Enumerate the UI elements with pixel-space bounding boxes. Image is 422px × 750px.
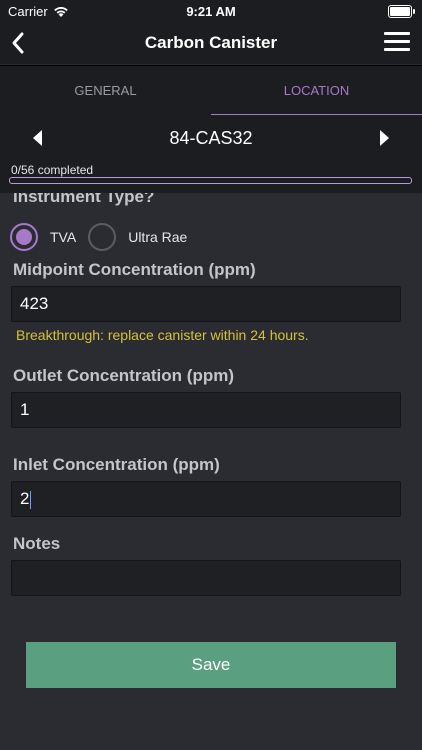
text-cursor xyxy=(30,490,32,509)
save-button[interactable]: Save xyxy=(26,642,396,688)
midpoint-concentration-label: Midpoint Concentration (ppm) xyxy=(13,260,256,279)
midpoint-concentration-input[interactable]: 423 xyxy=(11,286,401,322)
midpoint-concentration-value: 423 xyxy=(20,294,49,313)
tab-general[interactable]: GENERAL xyxy=(0,66,211,116)
canister-form: Instrument Type? TVA Ultra Rae Midpoint … xyxy=(0,193,422,750)
hamburger-menu-icon[interactable] xyxy=(384,32,410,52)
radio-tva[interactable] xyxy=(10,223,38,251)
inlet-concentration-label: Inlet Concentration (ppm) xyxy=(13,455,220,474)
radio-ultra-rae[interactable] xyxy=(88,223,117,251)
battery-level xyxy=(390,7,410,16)
next-arrow-icon[interactable] xyxy=(374,128,394,148)
inlet-concentration-input[interactable]: 2 xyxy=(11,481,401,517)
progress-bar xyxy=(9,177,412,184)
notes-input[interactable] xyxy=(11,560,401,596)
radio-tva-label[interactable]: TVA xyxy=(50,229,76,245)
location-selector: 84-CAS32 0/56 completed xyxy=(0,115,422,193)
inlet-concentration-value: 2 xyxy=(20,489,30,508)
instrument-type-radio-group: TVA Ultra Rae xyxy=(10,221,199,253)
nav-bar: Carbon Canister xyxy=(0,22,422,64)
outlet-concentration-value: 1 xyxy=(20,400,30,419)
outlet-concentration-input[interactable]: 1 xyxy=(11,392,401,428)
status-bar: Carrier 9:21 AM xyxy=(0,0,422,22)
current-location-id: 84-CAS32 xyxy=(169,128,253,148)
radio-ultra-rae-label[interactable]: Ultra Rae xyxy=(128,229,187,245)
notes-label: Notes xyxy=(13,534,61,553)
outlet-concentration-label: Outlet Concentration (ppm) xyxy=(13,366,234,385)
progress-text: 0/56 completed xyxy=(11,163,94,177)
tab-location[interactable]: LOCATION xyxy=(211,66,422,116)
battery-icon xyxy=(388,5,415,18)
breakthrough-warning: Breakthrough: replace canister within 24… xyxy=(16,327,309,343)
status-time: 9:21 AM xyxy=(186,4,236,19)
tab-bar: GENERAL LOCATION xyxy=(0,65,422,116)
instrument-type-label: Instrument Type? xyxy=(13,193,155,206)
page-title: Carbon Canister xyxy=(144,33,278,52)
